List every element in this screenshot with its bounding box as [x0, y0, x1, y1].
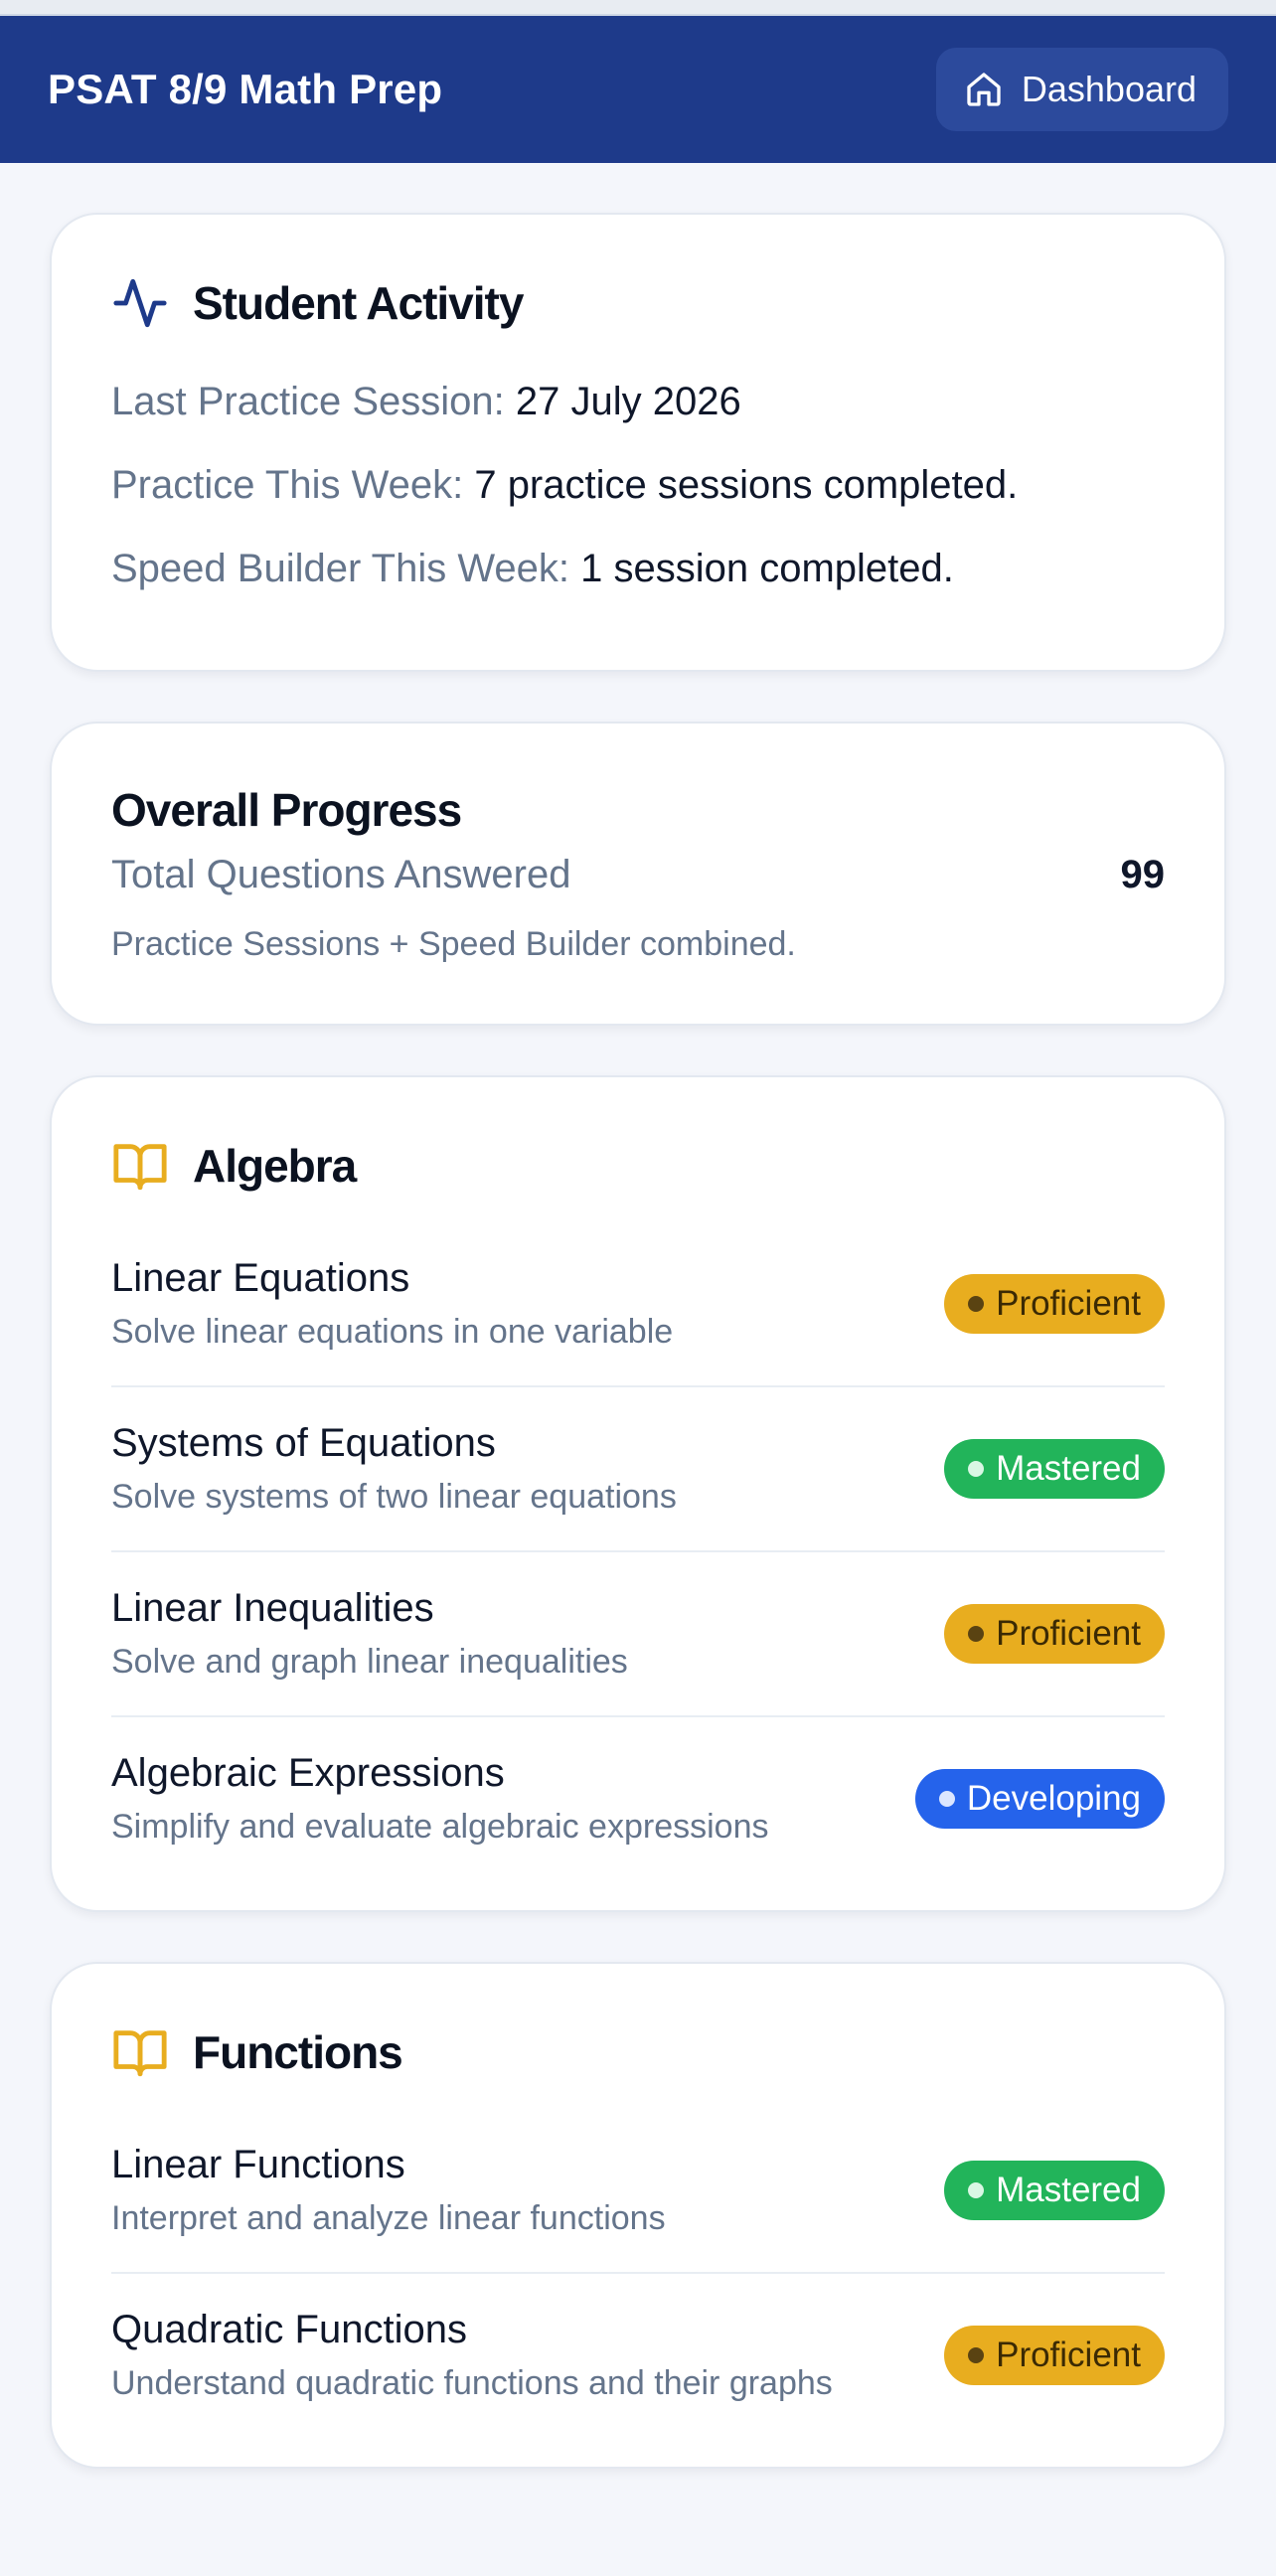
total-questions-row: Total Questions Answered 99 [111, 853, 1165, 897]
practice-week-label: Practice This Week: [111, 463, 464, 507]
skill-row-linear-inequalities[interactable]: Linear Inequalities Solve and graph line… [111, 1552, 1165, 1717]
skill-name: Quadratic Functions [111, 2308, 467, 2351]
dashboard-button[interactable]: Dashboard [935, 48, 1228, 131]
skill-name: Linear Equations [111, 1256, 410, 1300]
skill-row-algebraic-expressions[interactable]: Algebraic Expressions Simplify and evalu… [111, 1717, 1165, 1851]
student-activity-title: Student Activity [193, 277, 524, 329]
activity-pulse-icon [113, 278, 167, 328]
student-activity-header: Student Activity [111, 274, 1165, 332]
speed-builder-line: Speed Builder This Week: 1 session compl… [111, 527, 1165, 610]
functions-title: Functions [193, 2026, 403, 2078]
last-session-line: Last Practice Session: 27 July 2026 [111, 360, 1165, 443]
practice-week-value: 7 practice sessions completed. [474, 463, 1019, 507]
speed-builder-value: 1 session completed. [580, 547, 954, 590]
skill-name: Systems of Equations [111, 1421, 496, 1465]
status-badge: Developing [914, 1769, 1165, 1829]
skill-description: Solve and graph linear inequalities [111, 1643, 628, 1681]
skill-description: Solve systems of two linear equations [111, 1478, 677, 1516]
skill-description: Solve linear equations in one variable [111, 1313, 674, 1351]
status-badge: Proficient [944, 1604, 1165, 1664]
algebra-card: Algebra Linear Equations Solve linear eq… [50, 1075, 1226, 1912]
skill-row-quadratic-functions[interactable]: Quadratic Functions Understand quadratic… [111, 2274, 1165, 2407]
main-content: Student Activity Last Practice Session: … [0, 163, 1276, 2469]
last-session-value: 27 July 2026 [515, 380, 741, 423]
practice-week-line: Practice This Week: 7 practice sessions … [111, 443, 1165, 527]
status-badge: Proficient [944, 1274, 1165, 1334]
status-dot-icon [968, 1626, 985, 1642]
book-open-icon [113, 2030, 167, 2077]
algebra-title: Algebra [193, 1140, 357, 1192]
book-open-icon [113, 1144, 167, 1191]
functions-card: Functions Linear Functions Interpret and… [50, 1962, 1226, 2469]
progress-note: Practice Sessions + Speed Builder combin… [111, 925, 796, 963]
skill-description: Interpret and analyze linear functions [111, 2199, 666, 2237]
status-badge: Mastered [944, 1439, 1165, 1499]
skill-row-linear-equations[interactable]: Linear Equations Solve linear equations … [111, 1222, 1165, 1387]
status-dot-icon [968, 2347, 985, 2363]
browser-top-strip [0, 0, 1276, 16]
status-badge: Proficient [944, 2326, 1165, 2385]
skill-name: Linear Functions [111, 2143, 405, 2186]
total-questions-value: 99 [1120, 853, 1166, 896]
last-session-label: Last Practice Session: [111, 380, 505, 423]
skill-description: Understand quadratic functions and their… [111, 2364, 833, 2402]
app-title: PSAT 8/9 Math Prep [48, 66, 443, 112]
status-dot-icon [968, 2182, 985, 2198]
home-icon [967, 73, 1001, 106]
functions-header: Functions [111, 2023, 1165, 2081]
skill-description: Simplify and evaluate algebraic expressi… [111, 1808, 769, 1846]
status-badge: Mastered [944, 2161, 1165, 2220]
dashboard-button-label: Dashboard [1021, 69, 1196, 109]
skill-row-linear-functions[interactable]: Linear Functions Interpret and analyze l… [111, 2109, 1165, 2274]
status-dot-icon [968, 1296, 985, 1312]
overall-progress-title: Overall Progress [111, 784, 462, 836]
status-dot-icon [968, 1461, 985, 1477]
status-dot-icon [938, 1791, 955, 1807]
skill-name: Algebraic Expressions [111, 1751, 505, 1795]
student-activity-card: Student Activity Last Practice Session: … [50, 213, 1226, 672]
total-questions-label: Total Questions Answered [111, 853, 571, 896]
skill-name: Linear Inequalities [111, 1586, 434, 1630]
speed-builder-label: Speed Builder This Week: [111, 547, 569, 590]
app-header: PSAT 8/9 Math Prep Dashboard [0, 16, 1276, 163]
skill-row-systems-of-equations[interactable]: Systems of Equations Solve systems of tw… [111, 1387, 1165, 1552]
algebra-header: Algebra [111, 1137, 1165, 1195]
overall-progress-card: Overall Progress Total Questions Answere… [50, 722, 1226, 1026]
